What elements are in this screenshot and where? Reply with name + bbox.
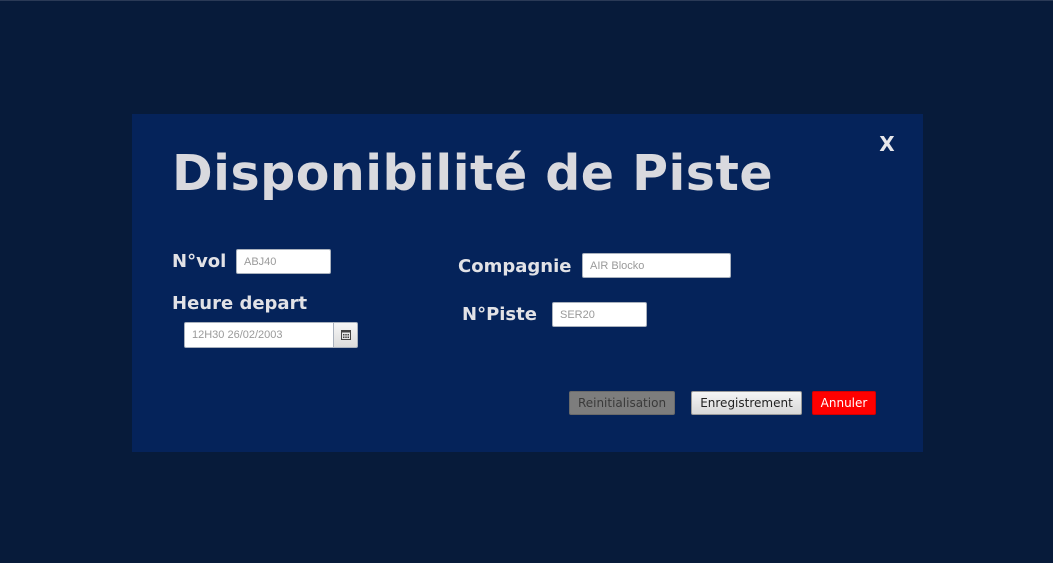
close-icon[interactable]: X [876,132,898,156]
calendar-icon[interactable] [333,322,358,348]
cancel-button[interactable]: Annuler [812,391,876,415]
runway-number-field[interactable] [552,302,647,327]
runway-availability-dialog: X Disponibilité de Piste N°vol Heure dep… [132,114,923,452]
window-top-border [0,0,1053,1]
company-field[interactable] [582,253,731,278]
save-button[interactable]: Enregistrement [691,391,802,415]
company-label: Compagnie [458,256,572,277]
runway-number-label: N°Piste [462,304,537,325]
departure-time-field[interactable] [184,322,334,348]
reset-button[interactable]: Reinitialisation [569,391,675,415]
departure-time-label: Heure depart [172,293,308,314]
flight-number-label: N°vol [172,251,227,272]
dialog-title: Disponibilité de Piste [172,145,774,202]
departure-time-picker [184,322,358,348]
flight-number-field[interactable] [236,249,331,274]
